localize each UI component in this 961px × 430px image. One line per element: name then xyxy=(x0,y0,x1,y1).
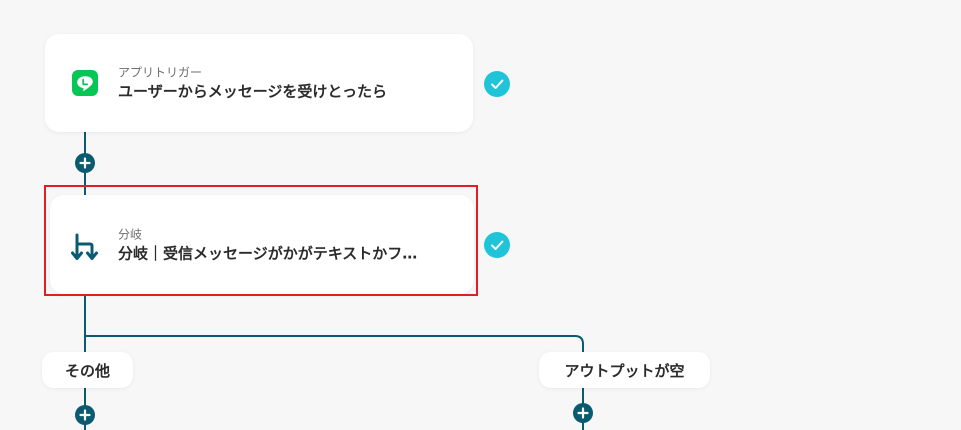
check-icon xyxy=(484,232,510,258)
branch-label-output-empty[interactable]: アウトプットが空 xyxy=(539,352,710,388)
branch-label-text: その他 xyxy=(64,361,110,380)
add-step-button[interactable] xyxy=(75,153,95,173)
add-step-button[interactable] xyxy=(573,403,593,423)
check-icon xyxy=(484,71,510,97)
add-step-button[interactable] xyxy=(75,405,95,425)
plus-icon xyxy=(577,407,589,419)
branch-icon xyxy=(70,232,98,260)
branch-step-type: 分岐 xyxy=(118,227,143,241)
line-app-icon xyxy=(72,70,98,96)
plus-icon xyxy=(79,157,91,169)
trigger-step-title: ユーザーからメッセージを受けとったら xyxy=(118,82,387,101)
branch-label-other[interactable]: その他 xyxy=(42,352,133,388)
plus-icon xyxy=(79,409,91,421)
branch-step-card[interactable]: 分岐 分岐｜受信メッセージがかがテキストかフ… xyxy=(50,195,474,294)
branch-step-title: 分岐｜受信メッセージがかがテキストかフ… xyxy=(118,244,418,262)
trigger-step-card[interactable]: アプリトリガー ユーザーからメッセージを受けとったら xyxy=(45,34,473,132)
trigger-step-type: アプリトリガー xyxy=(118,65,203,80)
branch-label-text: アウトプットが空 xyxy=(564,361,685,380)
